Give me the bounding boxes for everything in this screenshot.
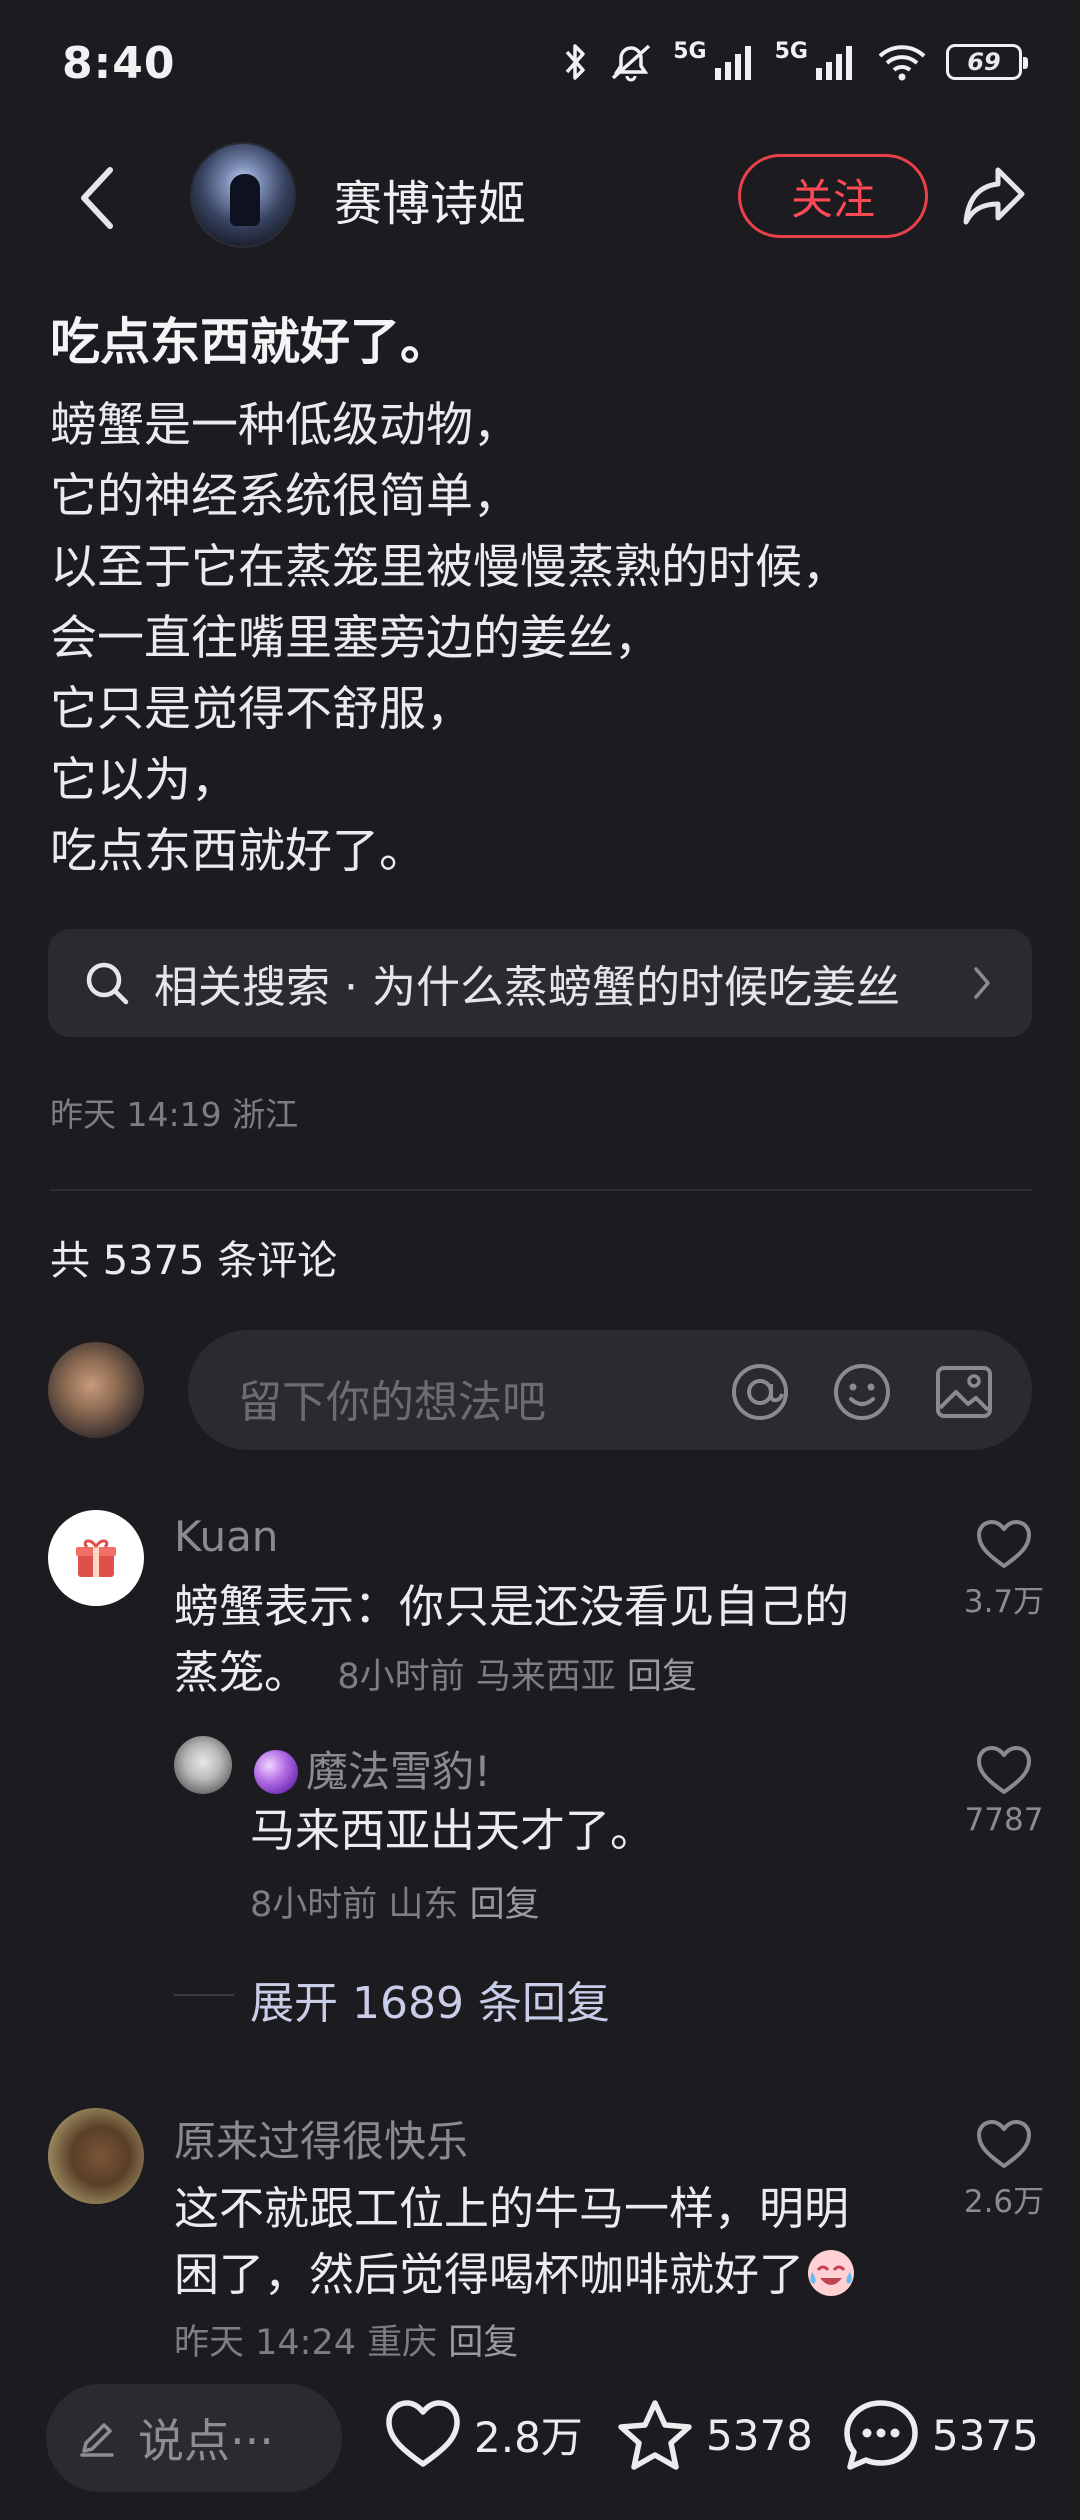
signal-icon [713,44,757,80]
comment-like-button[interactable]: 7787 [944,1744,1064,1838]
post-like-count: 2.8万 [474,2412,583,2462]
comment-meta: 昨天 14:24 重庆 回复 [174,2314,518,2365]
back-arrow-icon [81,167,113,229]
comment-bubble-icon [844,2400,918,2470]
post-line: 吃点东西就好了。 [50,824,426,879]
pencil-icon [80,2423,114,2457]
wifi-icon [876,42,928,82]
commenter-name[interactable]: Kuan [174,1512,278,1561]
like-count: 7787 [964,1802,1044,1838]
comment-time: 8小时前 [250,1885,378,1925]
comment-like-button[interactable]: 3.7万 [944,1518,1064,1621]
network-label-1: 5G [673,38,707,64]
chevron-right-icon [974,967,990,999]
my-avatar [48,1342,144,1438]
reply-button[interactable]: 回复 [470,1885,540,1925]
author-avatar[interactable] [190,142,296,248]
commenter-name[interactable]: 原来过得很快乐 [174,2108,468,2169]
commenter-avatar[interactable] [48,2108,144,2204]
back-button[interactable] [74,162,122,234]
comment-meta: 8小时前 山东 回复 [250,1876,540,1927]
expand-divider [174,1994,234,1996]
post-line: 以至于它在蒸笼里被慢慢蒸熟的时候， [50,540,849,595]
status-time: 8:40 [62,38,176,89]
comment-input[interactable]: 留下你的想法吧 [188,1330,1032,1450]
heart-icon [386,2400,460,2467]
post-body: 螃蟹是一种低级动物， 它的神经系统很简单， 以至于它在蒸笼里被慢慢蒸熟的时候， … [50,390,1040,887]
expand-replies-button[interactable]: 展开 1689 条回复 [250,1967,610,2031]
like-count: 2.6万 [963,2184,1045,2220]
status-icons: 5G 5G 69 [563,38,1028,82]
say-something-input[interactable]: 说点··· [46,2384,342,2492]
search-icon [86,962,129,1005]
network-label-2: 5G [774,38,808,64]
author-username[interactable]: 赛博诗姬 [334,164,526,234]
commenter-avatar[interactable] [174,1736,232,1794]
commenter-name-text: 魔法雪豹! [306,1747,491,1796]
emoji-icon[interactable] [832,1362,892,1422]
share-button[interactable] [958,160,1030,232]
like-post-button[interactable]: 2.8万 [384,2398,583,2470]
crystal-ball-badge-icon [254,1750,298,1794]
comment-location: 山东 [388,1885,459,1925]
comment-meta: 8小时前 马来西亚 回复 [337,1657,697,1697]
heart-icon [977,1746,1031,1794]
bottom-action-bar: 说点··· 2.8万 5378 5375 [0,2372,1080,2520]
comment-text-line: 蒸笼。 [174,1646,310,1699]
comment-text-line: 困了，然后觉得喝杯咖啡就好了 [174,2248,805,2301]
divider [50,1189,1032,1191]
comment-text: 马来西亚出天才了。 [250,1804,656,1857]
comment-text-line: 螃蟹表示：你只是还没看见自己的 [174,1580,850,1633]
favorite-count: 5378 [706,2410,813,2460]
comment-input-placeholder: 留下你的想法吧 [238,1377,546,1428]
star-icon [618,2400,692,2470]
commenter-name[interactable]: 魔法雪豹! [254,1738,491,1799]
comment-text-line: 这不就跟工位上的牛马一样，明明 [174,2182,850,2235]
post-meta: 昨天 14:19 浙江 [50,1095,299,1134]
reply-button[interactable]: 回复 [627,1657,697,1697]
comment-total: 5375 [932,2410,1039,2460]
share-icon [963,167,1025,225]
post-line: 它以为， [50,753,238,808]
follow-button[interactable]: 关注 [738,154,928,238]
post-line: 它的神经系统很简单， [50,469,520,524]
related-search-text: 相关搜索 · 为什么蒸螃蟹的时候吃姜丝 [154,962,900,1013]
image-icon[interactable] [934,1362,994,1422]
post-title: 吃点东西就好了。 [50,313,450,371]
heart-icon [977,2120,1031,2168]
post-line: 它只是觉得不舒服， [50,682,473,737]
mute-icon [607,42,655,82]
comment-time: 昨天 14:24 [174,2323,356,2363]
favorite-button[interactable]: 5378 [616,2398,813,2472]
comment-button[interactable]: 5375 [842,2398,1039,2472]
post-line: 螃蟹是一种低级动物， [50,398,520,453]
crying-laughing-emoji-icon [804,2246,858,2300]
comment-location: 马来西亚 [475,1657,616,1697]
reply-button[interactable]: 回复 [448,2323,518,2363]
at-icon[interactable] [730,1362,790,1422]
gift-icon [76,1539,116,1577]
comment-like-button[interactable]: 2.6万 [944,2118,1064,2221]
heart-icon [977,1520,1031,1568]
comment-count: 共 5375 条评论 [50,1238,338,1284]
signal-icon [814,44,858,80]
comment-location: 重庆 [367,2323,438,2363]
post-line: 会一直往嘴里塞旁边的姜丝， [50,611,661,666]
bluetooth-icon [563,42,589,82]
comment-text: 螃蟹表示：你只是还没看见自己的 蒸笼。 8小时前 马来西亚 回复 [174,1574,934,1710]
say-something-placeholder: 说点··· [138,2414,274,2468]
related-search[interactable]: 相关搜索 · 为什么蒸螃蟹的时候吃姜丝 [48,929,1032,1037]
battery-indicator: 69 [946,44,1028,80]
comment-text: 这不就跟工位上的牛马一样，明明 困了，然后觉得喝杯咖啡就好了 [174,2176,944,2308]
like-count: 3.7万 [963,1584,1045,1620]
commenter-avatar[interactable] [48,1510,144,1606]
comment-time: 8小时前 [337,1657,465,1697]
